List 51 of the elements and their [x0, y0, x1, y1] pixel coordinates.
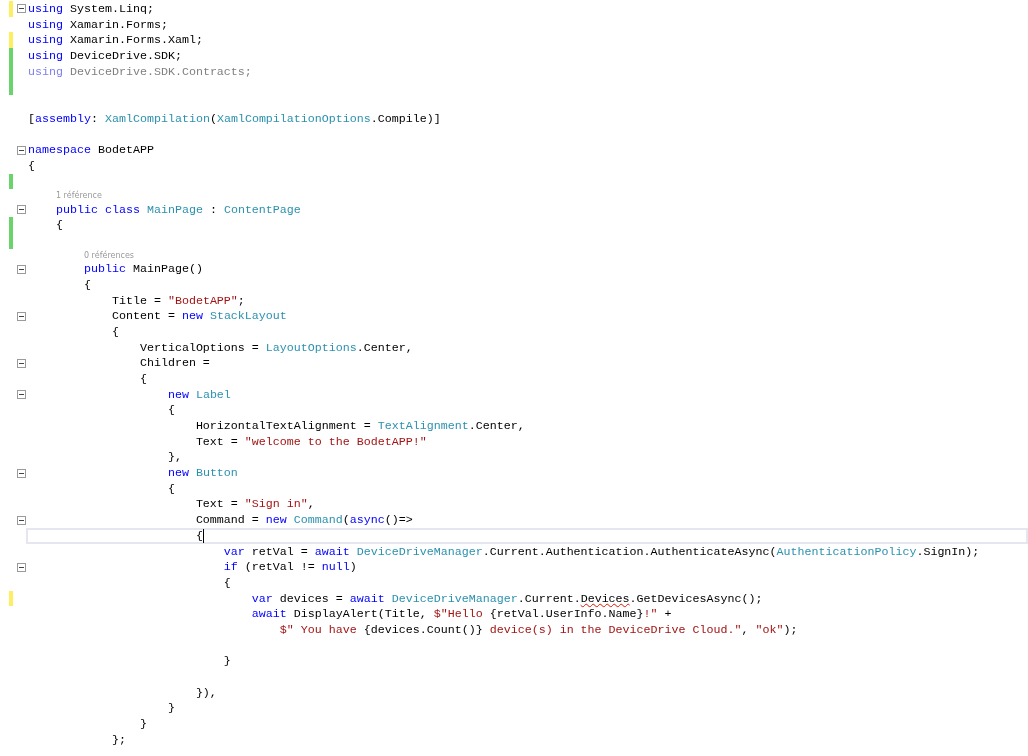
code-line: await DisplayAlert(Title, $"Hello {retVal.UserInfo.Name}!" +	[250, 606, 672, 623]
code-line: namespace BodetAPP	[28, 142, 154, 159]
collapse-icon[interactable]	[17, 515, 26, 525]
code-line: };	[110, 731, 126, 748]
code-line: {	[222, 574, 231, 591]
collapse-icon[interactable]	[17, 145, 26, 155]
collapse-icon[interactable]	[17, 468, 26, 478]
code-line: HorizontalTextAlignment = TextAlignment.Center,	[194, 418, 525, 435]
code-line: var devices = await DeviceDriveManager.Current.Devices.GetDevicesAsync();	[250, 590, 763, 607]
code-line: using DeviceDrive.SDK;	[28, 47, 182, 64]
reference-count-link[interactable]: 0 références	[83, 248, 134, 262]
code-line: new Button	[166, 465, 238, 482]
collapse-icon[interactable]	[17, 358, 26, 368]
collapse-icon[interactable]	[17, 390, 26, 400]
code-line: Text = "welcome to the BodetAPP!"	[194, 433, 427, 450]
code-line: }),	[194, 684, 217, 701]
collapse-icon[interactable]	[17, 562, 26, 572]
code-line: using DeviceDrive.SDK.Contracts;	[28, 63, 252, 80]
code-line: {	[166, 402, 175, 419]
code-line: Children =	[138, 355, 210, 372]
code-line: var retVal = await DeviceDriveManager.Current.Authentication.AuthenticateAsync(AuthenticationPolicy.SignIn);	[222, 543, 980, 560]
collapse-icon[interactable]	[17, 264, 26, 274]
code-line: {	[166, 480, 175, 497]
code-line: Text = "Sign in",	[194, 496, 315, 513]
code-line: Command = new Command(async()=>	[194, 512, 413, 529]
code-line: using System.Linq;	[28, 0, 154, 17]
code-line: {	[54, 217, 63, 234]
collapse-icon[interactable]	[17, 205, 26, 215]
code-line: if (retVal != null)	[222, 559, 357, 576]
code-line: {	[194, 527, 204, 544]
code-line: },	[166, 449, 182, 466]
reference-count-link[interactable]: 1 référence	[56, 189, 102, 202]
code-line: Title = "BodetAPP";	[110, 292, 245, 309]
code-line: public class MainPage : ContentPage	[54, 201, 301, 218]
code-line: Content = new StackLayout	[110, 308, 287, 325]
code-line: using Xamarin.Forms;	[28, 16, 168, 33]
code-line: }	[222, 653, 231, 670]
code-line: public MainPage()	[82, 261, 203, 278]
code-line: {	[138, 370, 147, 387]
code-line: }	[138, 716, 147, 733]
code-line: {	[82, 276, 91, 293]
code-line: [assembly: XamlCompilation(XamlCompilationOptions.Compile)]	[28, 110, 441, 127]
collapse-icon[interactable]	[17, 4, 26, 14]
code-line: VerticalOptions = LayoutOptions.Center,	[138, 339, 413, 356]
code-line: {	[28, 157, 35, 174]
code-line: }	[166, 700, 175, 717]
code-line: using Xamarin.Forms.Xaml;	[28, 32, 203, 49]
code-line: {	[110, 323, 119, 340]
collapse-icon[interactable]	[17, 311, 26, 321]
code-line: $" You have {devices.Count()} device(s) in the DeviceDrive Cloud.", "ok");	[278, 621, 798, 638]
code-line: new Label	[166, 386, 231, 403]
